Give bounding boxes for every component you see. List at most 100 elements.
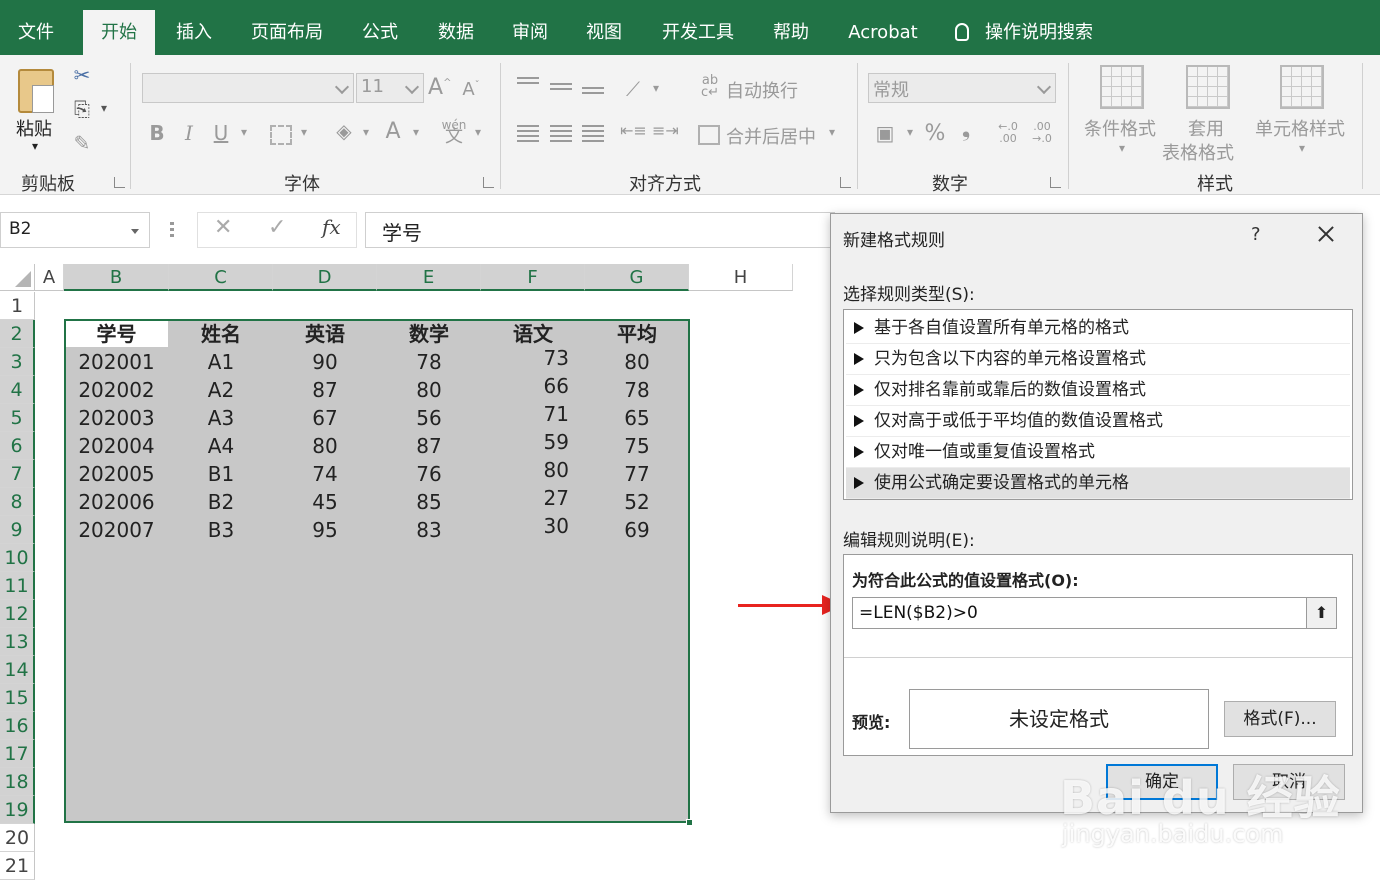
table-cell[interactable]: 69 xyxy=(585,516,689,544)
table-cell[interactable]: 71 xyxy=(481,400,585,428)
row-header-21[interactable]: 21 xyxy=(0,852,35,880)
table-cell[interactable]: 80 xyxy=(273,432,377,460)
merge-dropdown-icon[interactable]: ▾ xyxy=(826,125,838,139)
formula-content[interactable]: 学号 xyxy=(365,212,835,248)
table-cell[interactable]: B3 xyxy=(169,516,273,544)
rule-type-item[interactable]: 仅对高于或低于平均值的数值设置格式 xyxy=(846,406,1350,437)
close-icon[interactable] xyxy=(1314,222,1338,246)
row-header-17[interactable]: 17 xyxy=(0,740,35,768)
table-cell[interactable]: 56 xyxy=(377,404,481,432)
row-header-13[interactable]: 13 xyxy=(0,628,35,656)
table-cell[interactable]: 202003 xyxy=(64,404,169,432)
table-cell[interactable]: 77 xyxy=(585,460,689,488)
table-cell[interactable]: 80 xyxy=(481,456,585,484)
paste-button[interactable]: 粘贴 ▾ xyxy=(12,63,62,163)
table-cell[interactable]: 59 xyxy=(481,428,585,456)
row-header-5[interactable]: 5 xyxy=(0,404,35,432)
table-cell[interactable]: 74 xyxy=(273,460,377,488)
wrap-text-icon[interactable]: ab c↵ xyxy=(698,74,722,99)
format-painter-icon[interactable]: ✎ xyxy=(70,131,94,155)
table-cell[interactable]: 27 xyxy=(481,484,585,512)
tab-view[interactable]: 视图 xyxy=(572,10,636,55)
table-cell[interactable]: 67 xyxy=(273,404,377,432)
row-header-18[interactable]: 18 xyxy=(0,768,35,796)
align-center-icon[interactable] xyxy=(550,125,572,143)
font-launcher-icon[interactable] xyxy=(483,177,494,188)
table-cell[interactable]: 202006 xyxy=(64,488,169,516)
table-cell[interactable]: 202004 xyxy=(64,432,169,460)
rule-type-item[interactable]: 只为包含以下内容的单元格设置格式 xyxy=(846,344,1350,375)
confirm-edit-icon[interactable]: ✓ xyxy=(268,215,286,240)
tab-home[interactable]: 开始 xyxy=(83,10,155,55)
bold-icon[interactable]: B xyxy=(146,121,168,145)
table-cell[interactable]: 76 xyxy=(377,460,481,488)
formula-input[interactable] xyxy=(852,597,1337,629)
orientation-icon[interactable]: ⟋ xyxy=(620,77,646,101)
table-cell[interactable]: 80 xyxy=(377,376,481,404)
rule-type-item[interactable]: 使用公式确定要设置格式的单元格 xyxy=(846,468,1350,499)
table-cell[interactable]: 73 xyxy=(481,344,585,372)
orientation-dropdown-icon[interactable]: ▾ xyxy=(650,81,662,95)
column-header-c[interactable]: C xyxy=(169,264,273,291)
merge-center-icon[interactable] xyxy=(698,125,720,145)
decrease-decimal-button[interactable]: .00 →.0 xyxy=(1028,121,1056,145)
row-header-11[interactable]: 11 xyxy=(0,572,35,600)
fill-color-icon[interactable]: ◈ xyxy=(332,119,356,143)
table-header-cell[interactable]: 英语 xyxy=(273,320,377,348)
table-header-cell[interactable]: 数学 xyxy=(377,320,481,348)
collapse-dialog-icon[interactable]: ⬆ xyxy=(1306,598,1336,628)
percent-style-button[interactable]: % xyxy=(922,121,948,146)
row-header-14[interactable]: 14 xyxy=(0,656,35,684)
alignment-launcher-icon[interactable] xyxy=(840,177,851,188)
tab-help[interactable]: 帮助 xyxy=(760,10,822,55)
table-cell[interactable]: 87 xyxy=(273,376,377,404)
increase-indent-icon[interactable]: ≡⇥ xyxy=(652,121,679,140)
table-cell[interactable]: 85 xyxy=(377,488,481,516)
table-cell[interactable]: 75 xyxy=(585,432,689,460)
table-cell[interactable]: 202002 xyxy=(64,376,169,404)
rule-type-item[interactable]: 仅对排名靠前或靠后的数值设置格式 xyxy=(846,375,1350,406)
table-cell[interactable]: 78 xyxy=(377,348,481,376)
table-cell[interactable]: A3 xyxy=(169,404,273,432)
row-header-6[interactable]: 6 xyxy=(0,432,35,460)
column-header-h[interactable]: H xyxy=(689,264,793,291)
insert-function-icon[interactable]: fx xyxy=(322,215,341,239)
copy-dropdown-icon[interactable]: ▾ xyxy=(96,101,112,115)
row-header-12[interactable]: 12 xyxy=(0,600,35,628)
row-header-9[interactable]: 9 xyxy=(0,516,35,544)
merge-center-button[interactable]: 合并后居中 xyxy=(726,123,816,149)
align-bottom-icon[interactable] xyxy=(582,87,604,97)
table-header-cell[interactable]: 姓名 xyxy=(169,320,273,348)
table-cell[interactable]: 87 xyxy=(377,432,481,460)
row-header-20[interactable]: 20 xyxy=(0,824,35,852)
font-color-dropdown-icon[interactable]: ▾ xyxy=(410,125,422,139)
row-header-3[interactable]: 3 xyxy=(0,348,35,376)
table-cell[interactable]: A1 xyxy=(169,348,273,376)
table-cell[interactable]: 65 xyxy=(585,404,689,432)
format-as-table-label-2[interactable]: 表格格式 xyxy=(1162,139,1234,165)
select-all-corner[interactable] xyxy=(0,264,35,291)
name-box[interactable]: B2 xyxy=(0,212,150,248)
cell-styles-button[interactable]: 单元格样式 xyxy=(1255,115,1345,141)
tab-acrobat[interactable]: Acrobat xyxy=(836,10,930,55)
row-header-1[interactable]: 1 xyxy=(0,292,35,320)
increase-decimal-button[interactable]: ←.0 .00 xyxy=(994,121,1022,145)
decrease-indent-icon[interactable]: ⇤≡ xyxy=(620,121,647,140)
column-header-e[interactable]: E xyxy=(377,264,481,291)
table-cell[interactable]: 202001 xyxy=(64,348,169,376)
table-cell[interactable]: 78 xyxy=(585,376,689,404)
table-cell[interactable]: 45 xyxy=(273,488,377,516)
table-header-cell[interactable]: 平均 xyxy=(585,320,689,348)
table-cell[interactable]: B2 xyxy=(169,488,273,516)
underline-dropdown-icon[interactable]: ▾ xyxy=(238,125,250,139)
row-header-15[interactable]: 15 xyxy=(0,684,35,712)
table-header-cell[interactable]: 学号 xyxy=(64,320,169,348)
table-cell[interactable]: A2 xyxy=(169,376,273,404)
rule-type-item[interactable]: 基于各自值设置所有单元格的格式 xyxy=(846,313,1350,344)
column-header-d[interactable]: D xyxy=(273,264,377,291)
help-button[interactable]: ? xyxy=(1251,224,1261,245)
table-cell[interactable]: 80 xyxy=(585,348,689,376)
clipboard-launcher-icon[interactable] xyxy=(114,177,125,188)
tab-formulas[interactable]: 公式 xyxy=(348,10,412,55)
format-as-table-label-1[interactable]: 套用 xyxy=(1188,115,1224,141)
